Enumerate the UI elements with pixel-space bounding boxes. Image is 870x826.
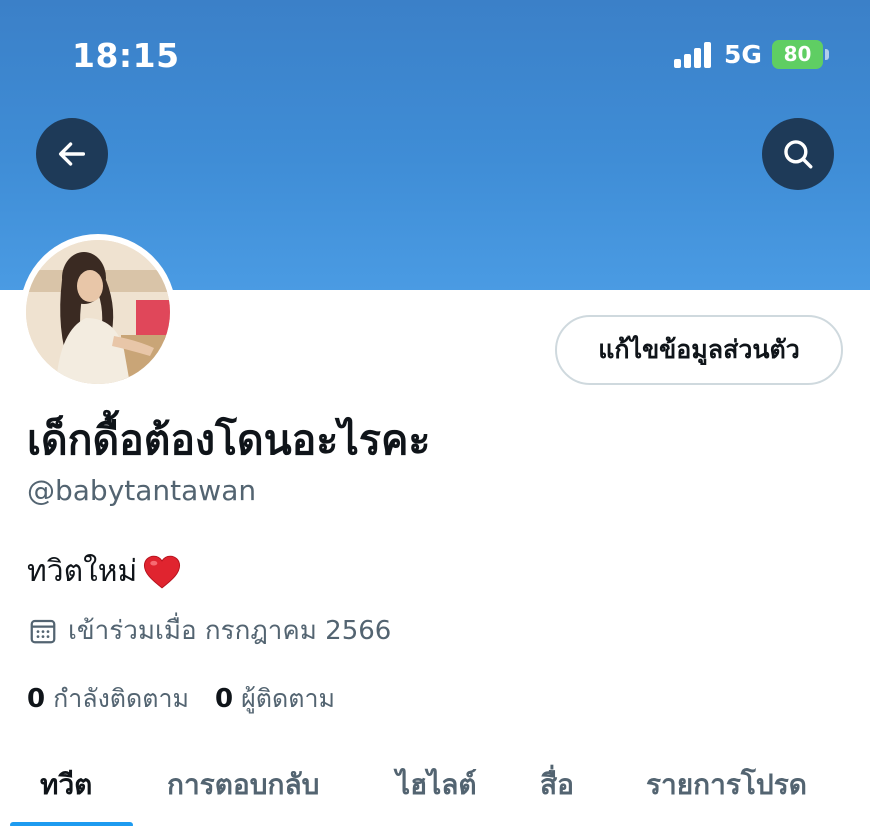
profile-bio: ทวิตใหม่ — [27, 548, 181, 595]
arrow-left-icon — [58, 142, 86, 166]
battery-icon: 80 — [772, 40, 823, 69]
bio-text: ทวิตใหม่ — [27, 554, 138, 589]
battery-tip — [825, 49, 829, 60]
followers-link[interactable]: 0 ผู้ติดตาม — [215, 679, 335, 719]
avatar[interactable] — [20, 234, 176, 390]
edit-profile-button[interactable]: แก้ไขข้อมูลส่วนตัว — [555, 315, 843, 385]
join-date: เข้าร่วมเมื่อ กรกฎาคม 2566 — [28, 610, 391, 651]
join-date-text: เข้าร่วมเมื่อ กรกฎาคม 2566 — [68, 616, 392, 646]
red-heart-icon — [144, 555, 181, 588]
active-tab-indicator — [10, 822, 133, 826]
following-link[interactable]: 0 กำลังติดตาม — [27, 679, 189, 719]
profile-tabs: ทวีต การตอบกลับ ไฮไลต์ สื่อ รายการโปรด — [0, 745, 870, 826]
followers-label: ผู้ติดตาม — [241, 684, 335, 713]
tab-media[interactable]: สื่อ — [540, 763, 574, 807]
following-count: 0 — [27, 684, 46, 714]
tab-tweets[interactable]: ทวีต — [40, 763, 92, 807]
tab-highlights[interactable]: ไฮไลต์ — [396, 763, 477, 807]
cellular-signal-icon — [674, 42, 714, 68]
network-type: 5G — [724, 40, 762, 69]
username-handle: @babytantawan — [27, 474, 257, 507]
back-button[interactable] — [36, 118, 108, 190]
search-icon — [784, 140, 813, 169]
display-name: เด็กดื้อต้องโดนอะไรคะ — [27, 416, 431, 464]
follow-stats: 0 กำลังติดตาม 0 ผู้ติดตาม — [27, 679, 361, 719]
status-bar: 18:15 5G 80 — [0, 0, 870, 110]
following-label: กำลังติดตาม — [53, 684, 190, 713]
calendar-icon — [30, 619, 56, 643]
tab-replies[interactable]: การตอบกลับ — [167, 763, 319, 807]
tab-likes[interactable]: รายการโปรด — [646, 763, 807, 807]
followers-count: 0 — [215, 684, 234, 714]
status-time: 18:15 — [72, 36, 180, 75]
battery-level: 80 — [783, 42, 812, 66]
search-button[interactable] — [762, 118, 834, 190]
avatar-photo — [26, 240, 170, 384]
